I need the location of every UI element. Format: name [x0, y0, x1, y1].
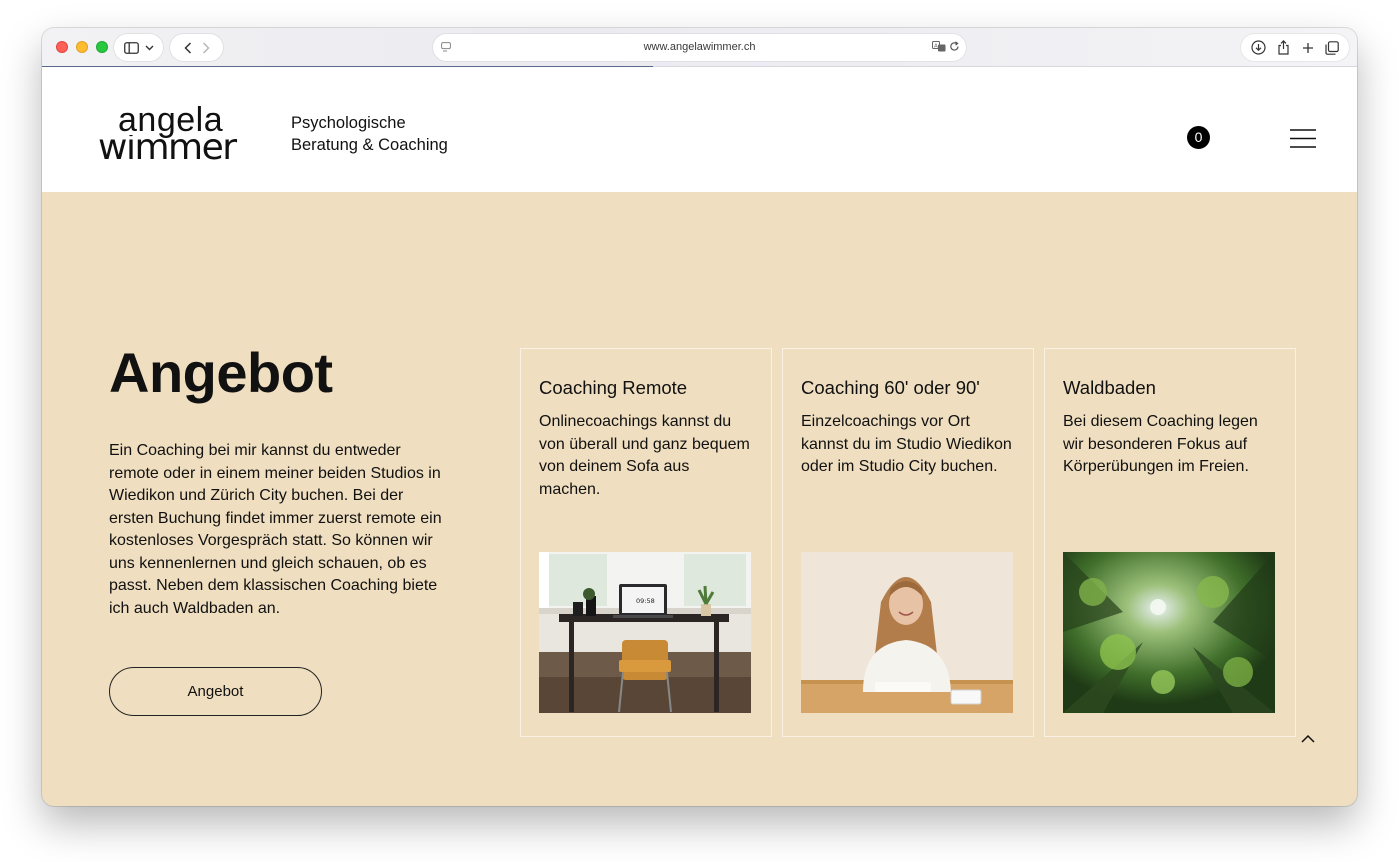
minimize-window-button[interactable] [76, 41, 88, 53]
coach-portrait-image [801, 552, 1013, 713]
logo-wordmark-bottom: wimmer [98, 127, 239, 168]
page-title: Angebot [109, 341, 333, 404]
tagline-line-1: Psychologische [291, 114, 406, 132]
share-icon[interactable] [1277, 40, 1290, 55]
tabs-overview-icon[interactable] [1325, 40, 1340, 55]
site-tagline: Psychologische Beratung & Coaching [291, 112, 448, 156]
url-text: www.angelawimmer.ch [643, 41, 756, 53]
browser-actions [1241, 34, 1349, 61]
window-controls [56, 41, 108, 53]
translate-icon[interactable]: A [932, 41, 946, 52]
remote-desk-image: 09:58 [539, 552, 751, 713]
laptop-clock: 09:58 [636, 597, 655, 605]
cart-count-badge[interactable]: 0 [1187, 126, 1210, 149]
browser-toolbar: www.angelawimmer.ch A [42, 28, 1357, 67]
download-icon[interactable] [1251, 40, 1266, 55]
intro-text: Ein Coaching bei mir kannst du entweder … [109, 442, 442, 617]
logo-text-top: angela [118, 101, 224, 139]
card-title: Waldbaden [1063, 377, 1156, 398]
offer-card-remote[interactable]: Coaching Remote Onlinecoachings kannst d… [520, 348, 772, 737]
sidebar-toggle-button[interactable] [114, 34, 163, 61]
new-tab-icon[interactable] [1302, 42, 1314, 54]
tagline-line-2: Beratung & Coaching [291, 136, 448, 154]
close-window-button[interactable] [56, 41, 68, 53]
card-text: Einzelcoachings vor Ort kannst du im Stu… [801, 413, 1012, 475]
logo-wordmark-text: wimmer [98, 135, 237, 163]
card-title: Coaching Remote [539, 377, 688, 398]
offer-card-waldbaden[interactable]: Waldbaden Bei diesem Coaching legen wir … [1044, 348, 1296, 737]
navigation-buttons [170, 34, 223, 61]
sidebar-icon [123, 41, 139, 54]
back-icon[interactable] [183, 41, 192, 54]
card-text: Onlinecoachings kannst du von überall un… [539, 413, 750, 498]
site-logo[interactable]: angela wimmer [98, 101, 243, 168]
address-bar[interactable]: www.angelawimmer.ch A [433, 34, 966, 61]
card-text: Bei diesem Coaching legen wir besonderen… [1063, 413, 1258, 475]
reload-icon[interactable] [949, 41, 960, 52]
zoom-window-button[interactable] [96, 41, 108, 53]
chevron-up-icon[interactable] [1301, 734, 1315, 743]
angebot-button[interactable]: Angebot [109, 667, 322, 716]
browser-window: www.angelawimmer.ch A angela wimmer Psyc… [42, 28, 1357, 806]
chevron-down-icon[interactable] [145, 45, 154, 51]
menu-icon[interactable] [1290, 129, 1316, 148]
logo-text-bottom: wimmer [98, 127, 243, 168]
forward-icon[interactable] [202, 41, 210, 54]
offer-card-studio[interactable]: Coaching 60' oder 90' Einzelcoachings vo… [782, 348, 1034, 737]
svg-text:A: A [934, 43, 938, 49]
forest-canopy-image [1063, 552, 1275, 713]
site-header: angela wimmer Psychologische Beratung & … [42, 67, 1357, 192]
card-title: Coaching 60' oder 90' [801, 377, 980, 398]
